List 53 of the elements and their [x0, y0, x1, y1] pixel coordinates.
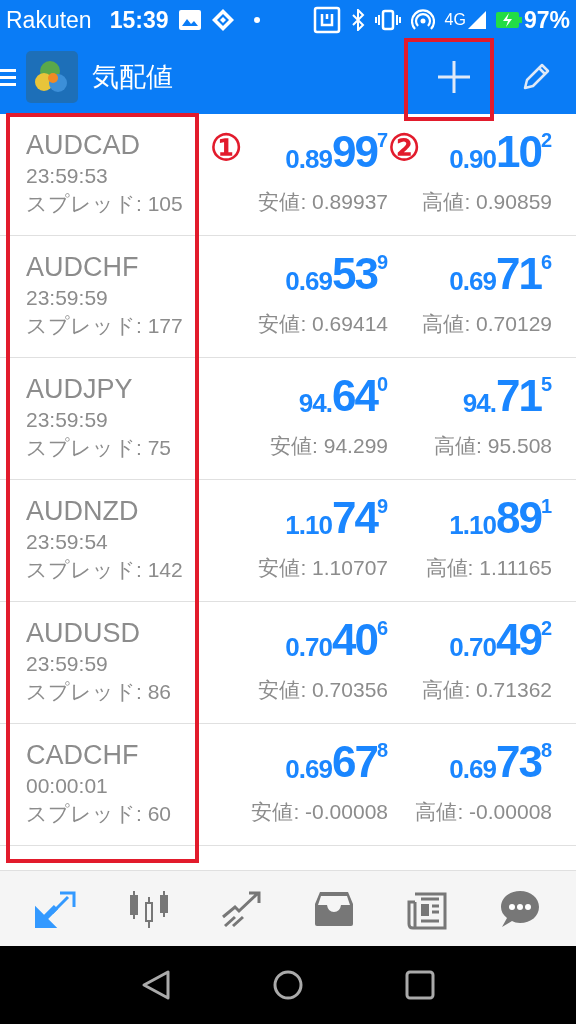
hotspot-icon: [410, 8, 435, 32]
spread-text: スプレッド: 60: [26, 801, 173, 827]
back-icon[interactable]: [140, 969, 172, 1001]
high-price: 高値: 0.71362: [421, 677, 552, 703]
vibrate-icon: [374, 9, 401, 31]
carrier-name: Rakuten: [6, 5, 92, 35]
battery-percentage: 97%: [523, 5, 570, 35]
clock-time: 15:39: [109, 5, 169, 35]
symbol-name: AUDCHF: [26, 251, 140, 284]
battery-charging-icon: [495, 12, 522, 28]
signal-icon: [467, 11, 486, 29]
spread-text: スプレッド: 105: [26, 191, 184, 217]
annotation-number: ①: [210, 130, 242, 166]
network-type: 4G: [444, 10, 466, 30]
symbol-name: CADCHF: [26, 739, 140, 772]
dot-icon: [252, 16, 261, 24]
high-price: 高値: 0.70129: [421, 311, 552, 337]
quote-time: 23:59:54: [26, 529, 109, 555]
inbox-icon[interactable]: [314, 889, 355, 928]
spread-text: スプレッド: 86: [26, 679, 173, 705]
high-price: 高値: 0.90859: [421, 189, 552, 215]
symbol-name: AUDJPY: [26, 373, 134, 406]
spread-text: スプレッド: 75: [26, 435, 173, 461]
spread-text: スプレッド: 142: [26, 557, 184, 583]
quote-time: 23:59:59: [26, 651, 109, 677]
app-logo-icon: [26, 51, 78, 103]
low-price: 安値: 0.70356: [257, 677, 388, 703]
low-price: 安値: -0.00008: [250, 799, 388, 825]
diamond-icon: [210, 8, 235, 32]
annotation-number: ②: [388, 130, 420, 166]
high-price: 高値: 95.508: [433, 433, 552, 459]
high-price: 高値: -0.00008: [414, 799, 552, 825]
spread-text: スプレッド: 177: [26, 313, 184, 339]
home-icon[interactable]: [272, 969, 304, 1001]
quote-time: 00:00:01: [26, 773, 109, 799]
bluetooth-icon: [350, 9, 365, 31]
image-icon: [178, 10, 201, 30]
recents-icon[interactable]: [404, 969, 436, 1001]
symbol-name: AUDCAD: [26, 129, 141, 162]
screen-title: 気配値: [92, 60, 173, 94]
menu-icon[interactable]: [0, 67, 16, 87]
nfc-icon: [312, 6, 341, 34]
add-icon[interactable]: [436, 59, 472, 95]
low-price: 安値: 0.69414: [257, 311, 388, 337]
quote-time: 23:59:53: [26, 163, 109, 189]
low-price: 安値: 0.89937: [257, 189, 388, 215]
quote-time: 23:59:59: [26, 285, 109, 311]
low-price: 安値: 94.299: [269, 433, 388, 459]
symbol-name: AUDUSD: [26, 617, 141, 650]
symbol-name: AUDNZD: [26, 495, 140, 528]
quote-time: 23:59:59: [26, 407, 109, 433]
high-price: 高値: 1.11165: [424, 555, 552, 581]
low-price: 安値: 1.10707: [257, 555, 388, 581]
